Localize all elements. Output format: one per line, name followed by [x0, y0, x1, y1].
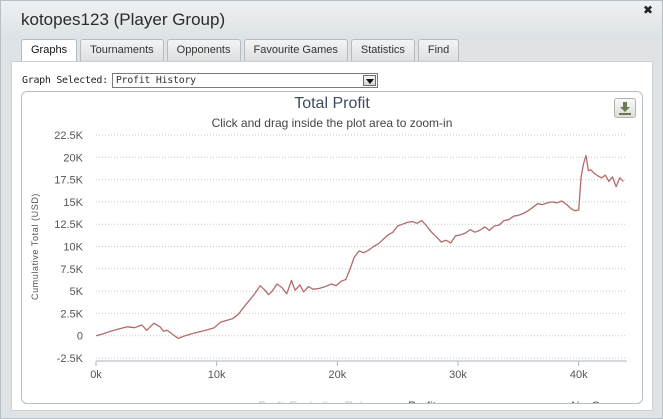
tab-find[interactable]: Find — [417, 39, 460, 61]
close-icon[interactable]: ✖ — [642, 4, 654, 16]
graph-selector-value: Profit History — [115, 74, 196, 86]
graph-selector-dropdown[interactable]: Profit History — [111, 72, 378, 88]
y-tick-label: -2.5K — [57, 353, 84, 365]
title-bar[interactable]: kotopes123 (Player Group) ✖ — [1, 1, 662, 39]
y-tick-label: 22.5K — [54, 130, 83, 142]
chart-panel: Total Profit Click and drag inside the p… — [21, 91, 643, 404]
graphs-panel: Graph Selected: Profit History Total Pro… — [11, 61, 653, 411]
legend-item-profit-excluding-rake[interactable]: Profit Excluding Rake — [258, 399, 373, 403]
y-tick-label: 17.5K — [54, 175, 83, 187]
y-tick-label: 0 — [77, 331, 83, 343]
y-axis-label: Cumulative Total (USD) — [30, 193, 40, 300]
series-line-profit — [95, 154, 624, 340]
x-tick-label: 40k — [570, 369, 588, 381]
tab-tournaments[interactable]: Tournaments — [80, 39, 164, 61]
y-tick-label: 5K — [70, 286, 84, 298]
x-tick-label: 30k — [449, 369, 467, 381]
x-tick-label: 0k — [90, 369, 102, 381]
tab-opponents[interactable]: Opponents — [166, 39, 241, 61]
y-tick-label: 20K — [63, 152, 83, 164]
y-tick-label: 10K — [63, 242, 83, 254]
y-tick-label: 2.5K — [60, 308, 83, 320]
x-axis-label: No. Games — [571, 400, 627, 403]
y-tick-label: 12.5K — [54, 219, 83, 231]
legend-item-profit[interactable]: Profit — [408, 399, 437, 403]
x-tick-label: 10k — [208, 369, 226, 381]
tab-graphs[interactable]: Graphs — [21, 39, 78, 62]
x-tick-label: 20k — [328, 369, 346, 381]
profit-chart[interactable]: -2.5K 0 2.5K 5K 7.5K 10K 12.5K 15K 17.5K 20K 22.5K… — [22, 92, 642, 403]
y-tick-label: 15K — [63, 197, 83, 209]
window-title: kotopes123 (Player Group) — [21, 10, 226, 29]
tab-bar: Graphs Tournaments Opponents Favourite G… — [21, 39, 460, 62]
chevron-down-icon[interactable] — [362, 74, 376, 86]
y-tick-label: 7.5K — [60, 264, 83, 276]
player-group-window: kotopes123 (Player Group) ✖ Graphs Tourn… — [0, 0, 663, 419]
graph-selector-label: Graph Selected: — [22, 74, 108, 86]
graph-selector-row: Graph Selected: Profit History — [22, 72, 378, 88]
tab-favourite-games[interactable]: Favourite Games — [243, 39, 348, 61]
tab-statistics[interactable]: Statistics — [350, 39, 415, 61]
